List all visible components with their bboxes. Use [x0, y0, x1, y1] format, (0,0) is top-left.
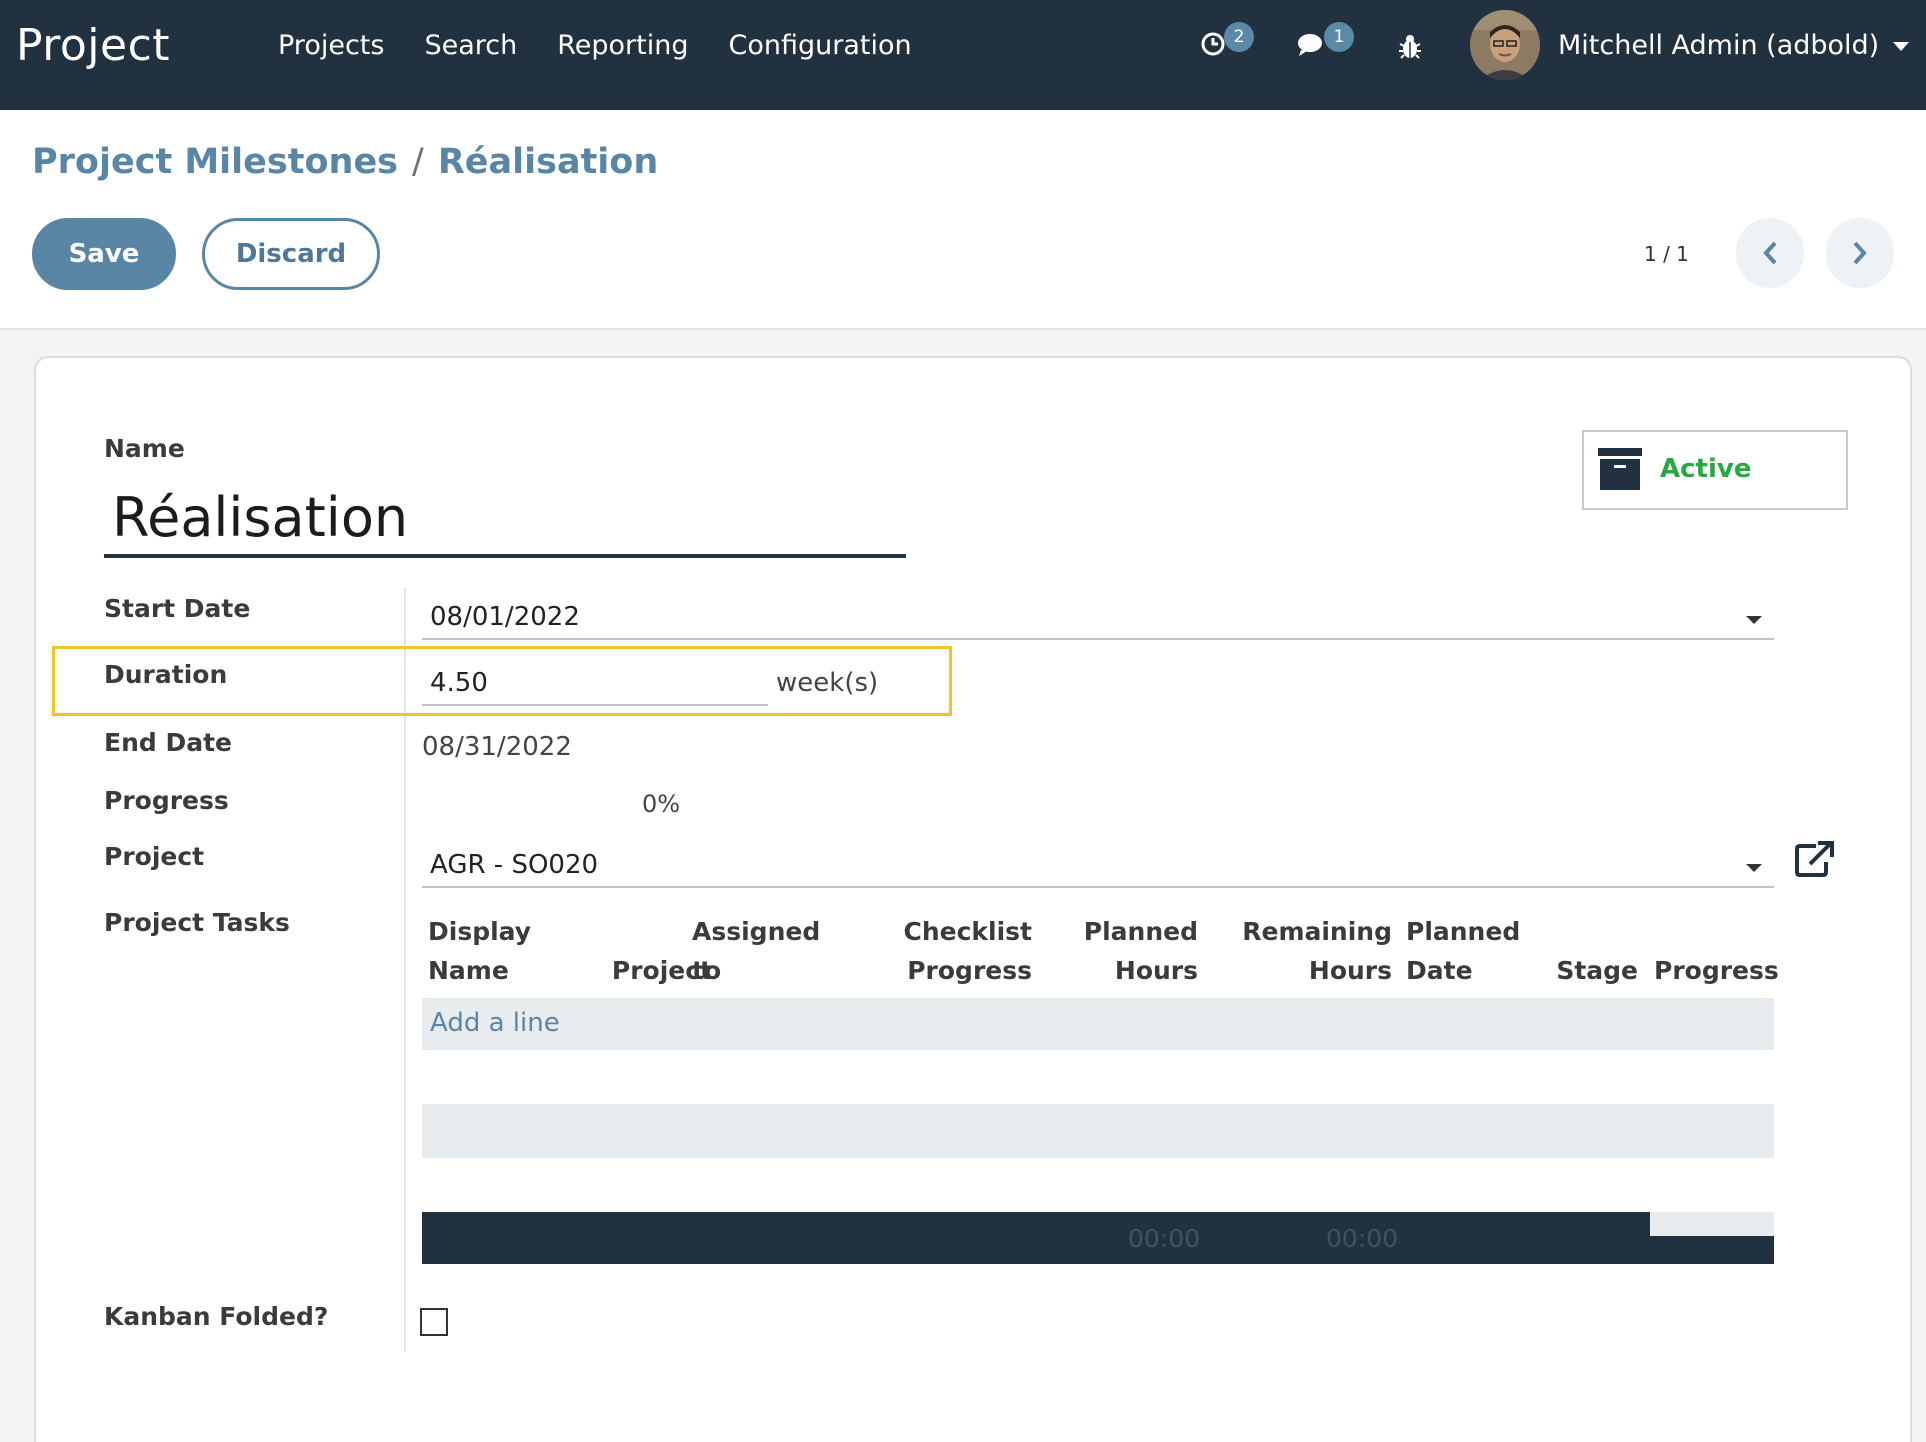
discard-button[interactable]: Discard — [202, 218, 380, 290]
messages-count-badge: 1 — [1324, 22, 1354, 52]
project-field[interactable]: AGR - SO020 — [430, 850, 598, 880]
table-row — [422, 1104, 1774, 1158]
column-header-remaining-hours[interactable]: Remaining Hours — [1226, 912, 1392, 990]
start-date-underline — [422, 638, 1774, 640]
project-tasks-label: Project Tasks — [104, 908, 290, 937]
duration-underline — [422, 704, 768, 706]
menu-search[interactable]: Search — [424, 30, 517, 61]
footer-corner — [1650, 1212, 1774, 1236]
debug-button[interactable] — [1398, 34, 1422, 64]
user-menu[interactable]: Mitchell Admin (adbold) — [1558, 30, 1910, 61]
control-panel: Project Milestones / Réalisation Save Disc… — [0, 110, 1926, 330]
breadcrumb: Project Milestones / Réalisation — [32, 142, 658, 182]
activity-button[interactable]: 2 — [1200, 22, 1254, 62]
end-date-label: End Date — [104, 728, 233, 757]
active-toggle-button[interactable]: Active — [1582, 430, 1848, 510]
column-header-display-name[interactable]: Display Name — [428, 912, 531, 990]
progress-label: Progress — [104, 786, 229, 815]
active-label: Active — [1660, 454, 1752, 484]
column-header-assigned-to[interactable]: Assigned to — [692, 912, 820, 990]
save-button[interactable]: Save — [32, 218, 176, 290]
end-date-value: 08/31/2022 — [422, 732, 572, 762]
breadcrumb-current: Réalisation — [437, 142, 659, 182]
column-header-project[interactable]: Project — [556, 912, 712, 990]
progress-value: 0% — [642, 790, 681, 818]
column-header-progress[interactable]: Progress — [1654, 912, 1779, 990]
messages-button[interactable]: 1 — [1296, 22, 1354, 62]
column-header-planned-date[interactable]: Planned Date — [1406, 912, 1520, 990]
name-underline — [104, 554, 906, 558]
footer-planned-hours: 00:00 — [1128, 1224, 1201, 1253]
duration-unit: week(s) — [776, 668, 879, 698]
add-line-row: Add a line — [422, 998, 1774, 1050]
kanban-folded-label: Kanban Folded? — [104, 1302, 329, 1331]
project-underline — [422, 886, 1774, 888]
caret-down-icon[interactable] — [1746, 864, 1762, 872]
start-date-label: Start Date — [104, 594, 251, 623]
app-brand[interactable]: Project — [16, 20, 170, 71]
table-row — [422, 1050, 1774, 1104]
chevron-down-icon — [1893, 42, 1910, 51]
user-avatar[interactable] — [1470, 10, 1540, 80]
name-field[interactable]: Réalisation — [112, 486, 408, 549]
column-header-stage[interactable]: Stage — [1516, 912, 1638, 990]
archive-icon — [1598, 448, 1642, 490]
pager-value[interactable]: 1 / 1 — [1644, 242, 1689, 266]
kanban-folded-checkbox[interactable] — [420, 1308, 448, 1336]
footer-remaining-hours: 00:00 — [1326, 1224, 1399, 1253]
add-a-line-link[interactable]: Add a line — [430, 1008, 560, 1038]
column-header-planned-hours[interactable]: Planned Hours — [1036, 912, 1198, 990]
chevron-left-icon — [1763, 241, 1777, 265]
pager-previous-button[interactable] — [1736, 218, 1804, 288]
name-label: Name — [104, 434, 185, 463]
pager-next-button[interactable] — [1826, 218, 1894, 288]
start-date-field[interactable]: 08/01/2022 — [430, 602, 580, 632]
table-footer: 00:00 00:00 — [422, 1212, 1774, 1264]
duration-field[interactable]: 4.50 — [430, 668, 488, 698]
activity-count-badge: 2 — [1224, 22, 1254, 52]
bug-icon — [1399, 35, 1421, 59]
external-link-icon[interactable] — [1794, 840, 1836, 878]
project-label: Project — [104, 842, 205, 871]
duration-label: Duration — [104, 660, 228, 689]
menu-configuration[interactable]: Configuration — [728, 30, 911, 61]
menu-projects[interactable]: Projects — [278, 30, 384, 61]
caret-down-icon[interactable] — [1746, 616, 1762, 624]
breadcrumb-parent[interactable]: Project Milestones — [32, 142, 398, 182]
breadcrumb-separator: / — [412, 142, 424, 182]
chevron-right-icon — [1853, 241, 1867, 265]
top-navbar: Project Projects Search Reporting Config… — [0, 0, 1926, 110]
table-row — [422, 1158, 1774, 1212]
main-menu: Projects Search Reporting Configuration — [278, 30, 912, 61]
user-name: Mitchell Admin (adbold) — [1558, 30, 1880, 61]
column-header-checklist-progress[interactable]: Checklist Progress — [856, 912, 1032, 990]
menu-reporting[interactable]: Reporting — [557, 30, 688, 61]
form-sheet: Name Réalisation Active Start Date 08/01… — [34, 356, 1912, 1442]
